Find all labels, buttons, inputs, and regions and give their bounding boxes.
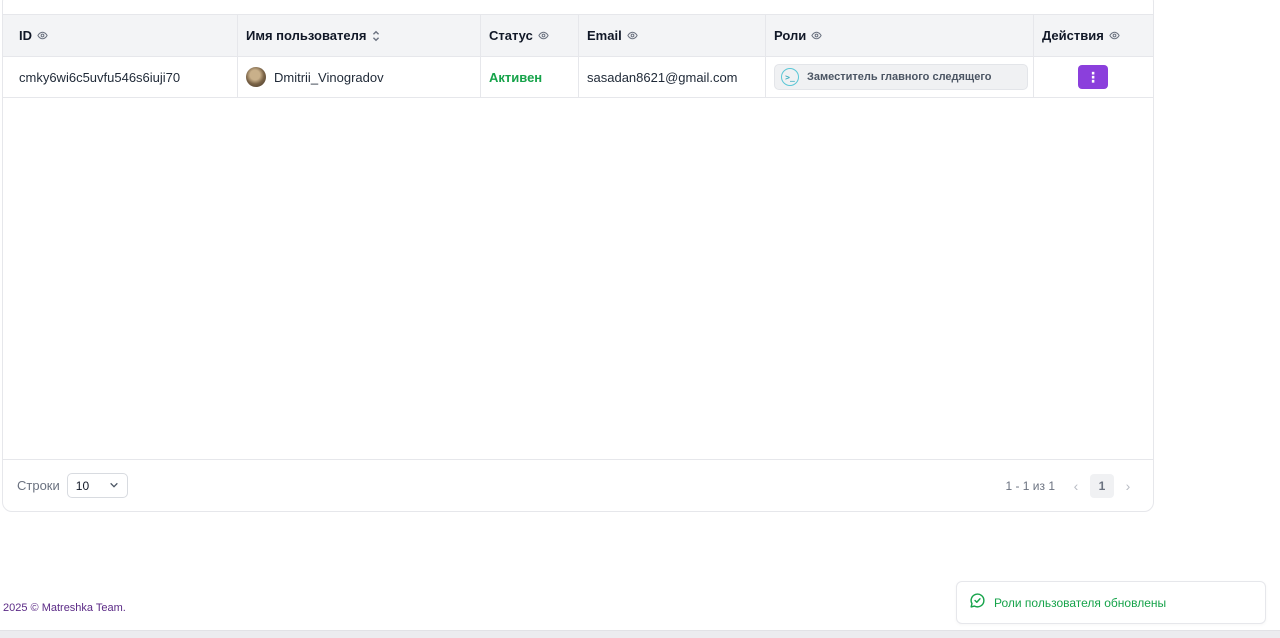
cell-username: Dmitrii_Vinogradov [238, 57, 481, 97]
kebab-icon: ⋮ [1086, 69, 1100, 85]
column-header-roles-label: Роли [774, 28, 807, 43]
chevron-down-icon [109, 479, 119, 493]
cell-email: sasadan8621@gmail.com [579, 57, 766, 97]
avatar [246, 67, 266, 87]
cell-id: cmky6wi6c5uvfu546s6iuji70 [3, 57, 238, 97]
table-footer: Строки 10 1 - 1 из 1 ‹ 1 › [3, 459, 1153, 511]
role-chip[interactable]: >_ Заместитель главного следящего [774, 64, 1028, 90]
footer-copyright: 2025 © Matreshka Team. [3, 602, 126, 614]
user-email: sasadan8621@gmail.com [587, 69, 738, 85]
sort-icon[interactable] [371, 30, 381, 42]
eye-icon[interactable] [538, 30, 549, 41]
chevron-right-icon[interactable]: › [1117, 478, 1139, 494]
rows-per-page-select[interactable]: 10 [66, 473, 128, 498]
column-header-email-label: Email [587, 28, 622, 43]
column-header-actions[interactable]: Действия [1034, 15, 1153, 56]
terminal-icon: >_ [781, 68, 799, 86]
status-badge: Активен [489, 69, 543, 85]
role-label: Заместитель главного следящего [807, 71, 992, 83]
rows-per-page-label: Строки [17, 478, 60, 493]
pagination-range: 1 - 1 из 1 [1005, 478, 1055, 493]
cell-roles: >_ Заместитель главного следящего [766, 57, 1034, 97]
column-header-actions-label: Действия [1042, 28, 1104, 43]
eye-icon[interactable] [811, 30, 822, 41]
eye-icon[interactable] [1109, 30, 1120, 41]
rows-per-page-value: 10 [75, 478, 90, 493]
column-header-username-label: Имя пользователя [246, 28, 367, 43]
cell-actions: ⋮ [1034, 57, 1153, 97]
column-header-id[interactable]: ID [3, 15, 238, 56]
username: Dmitrii_Vinogradov [274, 69, 384, 85]
table-header: ID Имя пользователя Статус Email Роли Де… [3, 14, 1153, 57]
eye-icon[interactable] [627, 30, 638, 41]
column-header-id-label: ID [19, 28, 32, 43]
toast-notification[interactable]: Роли пользователя обновлены [956, 581, 1266, 624]
row-actions-button[interactable]: ⋮ [1078, 65, 1108, 89]
bottom-strip [0, 630, 1280, 638]
users-table-card: ID Имя пользователя Статус Email Роли Де… [2, 0, 1154, 512]
cell-status: Активен [481, 57, 579, 97]
eye-icon[interactable] [37, 30, 48, 41]
column-header-username[interactable]: Имя пользователя [238, 15, 481, 56]
column-header-email[interactable]: Email [579, 15, 766, 56]
page-button-1[interactable]: 1 [1090, 473, 1114, 498]
table-row[interactable]: cmky6wi6c5uvfu546s6iuji70 Dmitrii_Vinogr… [3, 57, 1153, 98]
column-header-status-label: Статус [489, 28, 533, 43]
column-header-status[interactable]: Статус [481, 15, 579, 56]
chevron-left-icon[interactable]: ‹ [1065, 478, 1087, 494]
toast-message: Роли пользователя обновлены [994, 595, 1167, 610]
column-header-roles[interactable]: Роли [766, 15, 1034, 56]
user-id: cmky6wi6c5uvfu546s6iuji70 [19, 69, 181, 85]
message-check-icon [969, 592, 986, 614]
